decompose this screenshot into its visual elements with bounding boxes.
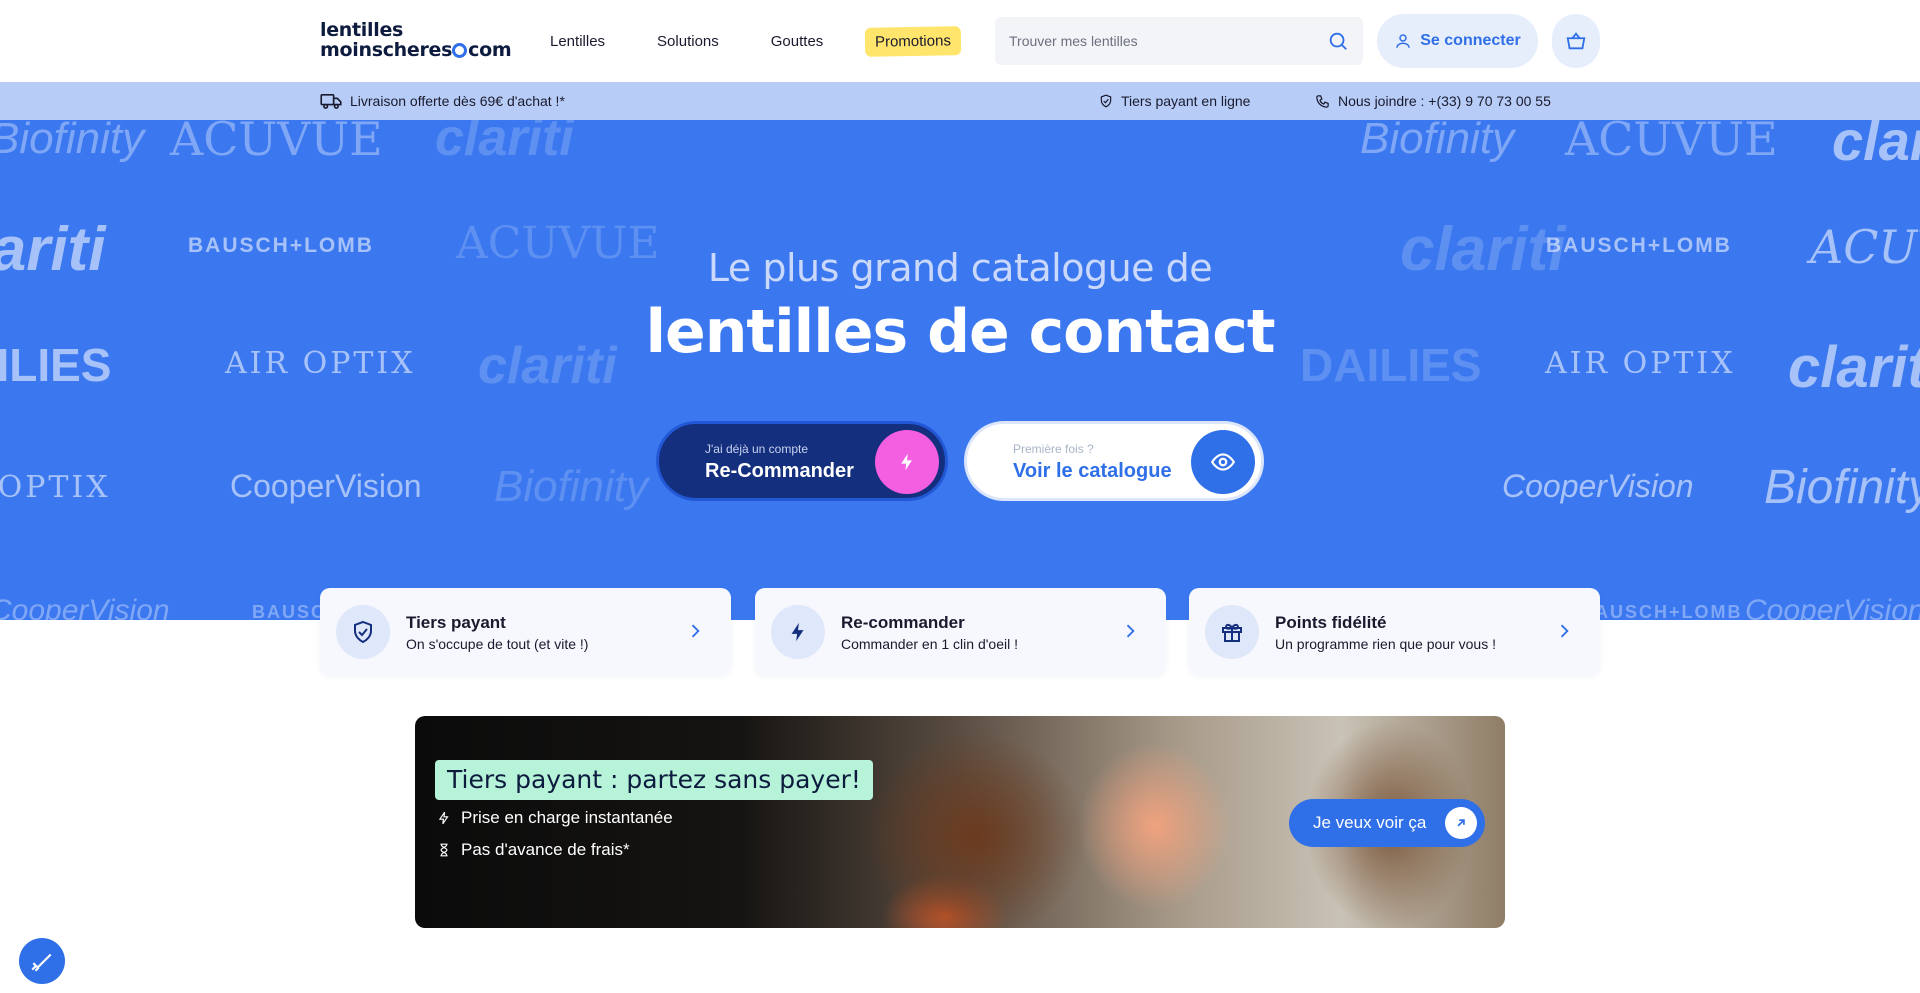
shield-check-icon bbox=[354, 620, 372, 644]
card-subtitle: On s'occupe de tout (et vite !) bbox=[406, 636, 589, 652]
basket-icon bbox=[1566, 32, 1586, 50]
shield-icon bbox=[1100, 94, 1112, 108]
brand-logo: Biofinity bbox=[1764, 461, 1920, 514]
phone-icon bbox=[1316, 94, 1329, 108]
banner-feature-1: Prise en charge instantanée bbox=[437, 808, 673, 828]
lightning-outline-icon bbox=[438, 811, 449, 825]
chevron-right-icon bbox=[1126, 624, 1135, 638]
feature-card-tiers-payant[interactable]: Tiers payant On s'occupe de tout (et vit… bbox=[320, 588, 731, 675]
brand-logo: Biofinity bbox=[1360, 120, 1515, 163]
eye-icon bbox=[1210, 453, 1236, 471]
nav-item-gouttes[interactable]: Gouttes bbox=[761, 27, 834, 56]
tiers-payant-info: Tiers payant en ligne bbox=[1099, 82, 1250, 120]
brand-logo: AIR OPTIX bbox=[0, 470, 111, 505]
card-title: Tiers payant bbox=[406, 613, 506, 632]
brand-logo: ACUVUE bbox=[1565, 120, 1778, 166]
banner-cta-label: Je veux voir ça bbox=[1313, 813, 1427, 832]
search-box bbox=[995, 17, 1363, 65]
catalog-caption: Première fois ? bbox=[1013, 442, 1094, 456]
info-bar: Livraison offerte dès 69€ d'achat !* Tie… bbox=[0, 82, 1920, 120]
contact-info[interactable]: Nous joindre : +(33) 9 70 73 00 55 bbox=[1315, 82, 1551, 120]
site-header: lentilles moinscheres com Lentilles Solut… bbox=[0, 0, 1920, 82]
lightning-icon bbox=[901, 453, 912, 471]
feature-card-points-fidelite[interactable]: Points fidélité Un programme rien que po… bbox=[1189, 588, 1600, 675]
check-hand-icon bbox=[31, 953, 52, 972]
brand-logo: CooperVision bbox=[230, 468, 422, 504]
banner-feature-2: Pas d'avance de frais* bbox=[437, 840, 630, 860]
banner-cta-button[interactable]: Je veux voir ça bbox=[1289, 799, 1485, 847]
search-icon[interactable] bbox=[1327, 30, 1349, 52]
logo-line-2: moinscheres com bbox=[320, 39, 512, 61]
truck-icon bbox=[320, 93, 342, 109]
hourglass-icon bbox=[440, 843, 448, 857]
tiers-payant-banner[interactable]: Tiers payant : partez sans payer! Prise … bbox=[415, 716, 1505, 928]
site-logo[interactable]: lentilles moinscheres com bbox=[320, 19, 512, 61]
card-title: Re-commander bbox=[841, 613, 965, 632]
hero-title: lentilles de contact bbox=[645, 297, 1275, 367]
reorder-circle bbox=[875, 430, 939, 494]
chevron-right-icon bbox=[1560, 624, 1569, 638]
logo-line-1: lentilles bbox=[320, 19, 404, 41]
brand-logo: CooperVision bbox=[1745, 594, 1920, 620]
banner-title: Tiers payant : partez sans payer! bbox=[435, 760, 873, 800]
card-subtitle: Commander en 1 clin d'oeil ! bbox=[841, 636, 1018, 652]
card-title: Points fidélité bbox=[1275, 613, 1387, 632]
logo-dot-icon bbox=[452, 43, 468, 58]
accessibility-widget-button[interactable] bbox=[19, 938, 65, 984]
brand-logo: clariti bbox=[435, 120, 574, 167]
gift-icon bbox=[1222, 623, 1242, 642]
brand-logo: clariti bbox=[1832, 120, 1920, 172]
brand-logo: BAUSCH+LOMB bbox=[1580, 602, 1743, 620]
delivery-info: Livraison offerte dès 69€ d'achat !* bbox=[320, 82, 565, 120]
card-icon-wrap bbox=[771, 605, 825, 659]
reorder-button[interactable]: J'ai déjà un compte Re-Commander bbox=[656, 421, 948, 501]
feature-card-re-commander[interactable]: Re-commander Commander en 1 clin d'oeil … bbox=[755, 588, 1166, 675]
login-label: Se connecter bbox=[1420, 32, 1521, 49]
search-input[interactable] bbox=[1009, 17, 1309, 65]
reorder-caption: J'ai déjà un compte bbox=[705, 442, 809, 456]
cart-button[interactable] bbox=[1552, 14, 1600, 68]
hero-subtitle: Le plus grand catalogue de bbox=[707, 246, 1213, 290]
lightning-icon bbox=[791, 622, 804, 642]
brand-logo: Biofinity bbox=[0, 120, 145, 163]
card-icon-wrap bbox=[1205, 605, 1259, 659]
reorder-label: Re-Commander bbox=[705, 460, 854, 482]
nav-item-promotions[interactable]: Promotions bbox=[865, 26, 962, 57]
brand-logo: CooperVision bbox=[1502, 468, 1694, 504]
card-subtitle: Un programme rien que pour vous ! bbox=[1275, 636, 1496, 652]
card-icon-wrap bbox=[336, 605, 390, 659]
brand-logo: ACUVUE bbox=[170, 120, 383, 166]
brand-logo: CooperVision bbox=[0, 594, 170, 620]
main-nav: Lentilles Solutions Gouttes Promotions bbox=[540, 26, 993, 57]
nav-item-lentilles[interactable]: Lentilles bbox=[540, 27, 615, 56]
login-button[interactable]: Se connecter bbox=[1377, 14, 1538, 68]
user-icon bbox=[1396, 34, 1410, 48]
hero-section: Biofinity ACUVUE clariti Biofinity ACUVU… bbox=[0, 120, 1920, 620]
arrow-up-right-icon bbox=[1445, 807, 1477, 839]
nav-item-solutions[interactable]: Solutions bbox=[647, 27, 729, 56]
brand-logo: Biofinity bbox=[494, 462, 649, 511]
catalog-button[interactable]: Première fois ? Voir le catalogue bbox=[964, 421, 1264, 501]
chevron-right-icon bbox=[691, 624, 700, 638]
catalog-circle bbox=[1191, 430, 1255, 494]
catalog-label: Voir le catalogue bbox=[1013, 460, 1172, 482]
